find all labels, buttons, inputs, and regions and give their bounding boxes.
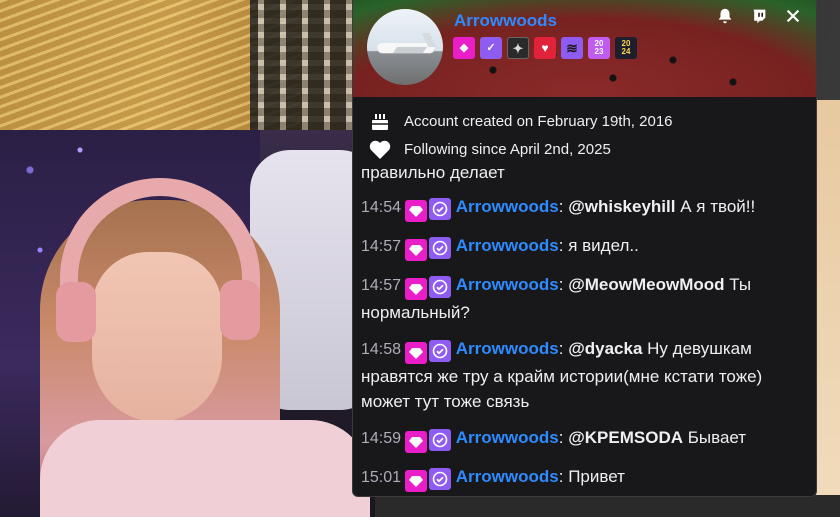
message-username[interactable]: Arrowwoods <box>456 467 559 486</box>
chat-message-list: 14:54 Arrowwoods: @whiskeyhill А я твой!… <box>361 189 810 492</box>
message-username[interactable]: Arrowwoods <box>456 428 559 447</box>
message-text: я видел.. <box>568 236 639 255</box>
heart-badge-icon[interactable]: ♥ <box>534 37 556 59</box>
verified-badge-icon[interactable] <box>429 468 452 490</box>
message-timestamp: 14:54 <box>361 199 402 216</box>
streamer-face <box>92 252 222 422</box>
verified-badge-icon[interactable] <box>429 237 452 259</box>
profile-badges: ◆ ✓ ✦ ♥ ≋ 20 23 20 24 <box>453 37 637 59</box>
gem-badge-icon[interactable] <box>405 431 428 453</box>
chat-partial-line: правильно делает <box>361 163 505 182</box>
chat-message[interactable]: 14:59 Arrowwoods: @KPEMSODA Бывает <box>361 420 810 453</box>
year-2023-badge-icon[interactable]: 20 23 <box>588 37 610 59</box>
stream-background-right <box>816 100 840 517</box>
cake-icon <box>367 108 393 134</box>
following-since-row: Following since April 2nd, 2025 <box>367 135 806 163</box>
message-mention[interactable]: @whiskeyhill <box>568 197 675 216</box>
message-username[interactable]: Arrowwoods <box>456 339 559 358</box>
profile-username[interactable]: Arrowwoods <box>454 11 557 31</box>
user-card-panel: Arrowwoods ◆ ✓ ✦ ♥ ≋ 20 23 20 24 Account… <box>352 0 817 497</box>
chat-message[interactable]: 14:57 Arrowwoods: @MeowMeowMood Ты норма… <box>361 267 810 325</box>
account-created-text: Account created on February 19th, 2016 <box>404 112 673 130</box>
year-2024-badge-icon[interactable]: 20 24 <box>615 37 637 59</box>
verified-badge-icon[interactable] <box>429 276 452 298</box>
headset-right-cup <box>220 280 260 340</box>
stream-viewport: Arrowwoods ◆ ✓ ✦ ♥ ≋ 20 23 20 24 Account… <box>0 0 840 517</box>
stripe-badge-icon[interactable]: ≋ <box>561 37 583 59</box>
gem-badge-icon[interactable] <box>405 278 428 300</box>
gem-badge-icon[interactable] <box>405 470 428 492</box>
message-mention[interactable]: @dyacka <box>568 339 642 358</box>
message-username[interactable]: Arrowwoods <box>456 197 559 216</box>
card-toolbar <box>714 5 804 27</box>
profile-info: Account created on February 19th, 2016 F… <box>353 97 816 165</box>
verified-badge-icon[interactable]: ✓ <box>480 37 502 59</box>
gem-badge-icon[interactable] <box>405 239 428 261</box>
message-text: Привет <box>568 467 625 486</box>
gem-badge-icon[interactable]: ◆ <box>453 37 475 59</box>
account-created-row: Account created on February 19th, 2016 <box>367 107 806 135</box>
gem-badge-icon[interactable] <box>405 342 428 364</box>
message-timestamp: 14:57 <box>361 277 402 294</box>
message-username[interactable]: Arrowwoods <box>456 236 559 255</box>
message-username[interactable]: Arrowwoods <box>456 275 559 294</box>
stream-background-bottom <box>375 495 840 517</box>
headset-left-cup <box>56 282 96 342</box>
chat-message[interactable]: 14:57 Arrowwoods: я видел.. <box>361 228 810 261</box>
message-timestamp: 14:59 <box>361 430 402 447</box>
message-timestamp: 14:58 <box>361 341 402 358</box>
chat-message[interactable]: 15:01 Arrowwoods: Привет <box>361 459 810 492</box>
verified-badge-icon[interactable] <box>429 340 452 362</box>
plaid-fabric <box>250 0 360 130</box>
message-timestamp: 15:01 <box>361 469 402 486</box>
message-timestamp: 14:57 <box>361 238 402 255</box>
bits-badge-icon[interactable]: ✦ <box>507 37 529 59</box>
message-mention[interactable]: @MeowMeowMood <box>568 275 724 294</box>
avatar[interactable] <box>367 9 443 85</box>
message-text: Бывает <box>687 428 747 447</box>
gem-badge-icon[interactable] <box>405 200 428 222</box>
message-mention[interactable]: @KPEMSODA <box>568 428 683 447</box>
close-icon[interactable] <box>782 5 804 27</box>
streamer-shirt <box>40 420 370 517</box>
following-since-text: Following since April 2nd, 2025 <box>404 140 611 158</box>
airplane-wing <box>392 47 428 53</box>
notifications-bell-icon[interactable] <box>714 5 736 27</box>
chat-message[interactable]: 14:58 Arrowwoods: @dyacka Ну девушкам нр… <box>361 331 810 414</box>
message-text: А я твой!! <box>680 197 756 216</box>
chat-history[interactable]: правильно делает 14:54 Arrowwoods: @whis… <box>353 163 816 496</box>
verified-badge-icon[interactable] <box>429 429 452 451</box>
verified-badge-icon[interactable] <box>429 198 452 220</box>
heart-icon <box>367 136 393 162</box>
chat-message[interactable]: 14:54 Arrowwoods: @whiskeyhill А я твой!… <box>361 189 810 222</box>
twitch-whisper-icon[interactable] <box>748 5 770 27</box>
